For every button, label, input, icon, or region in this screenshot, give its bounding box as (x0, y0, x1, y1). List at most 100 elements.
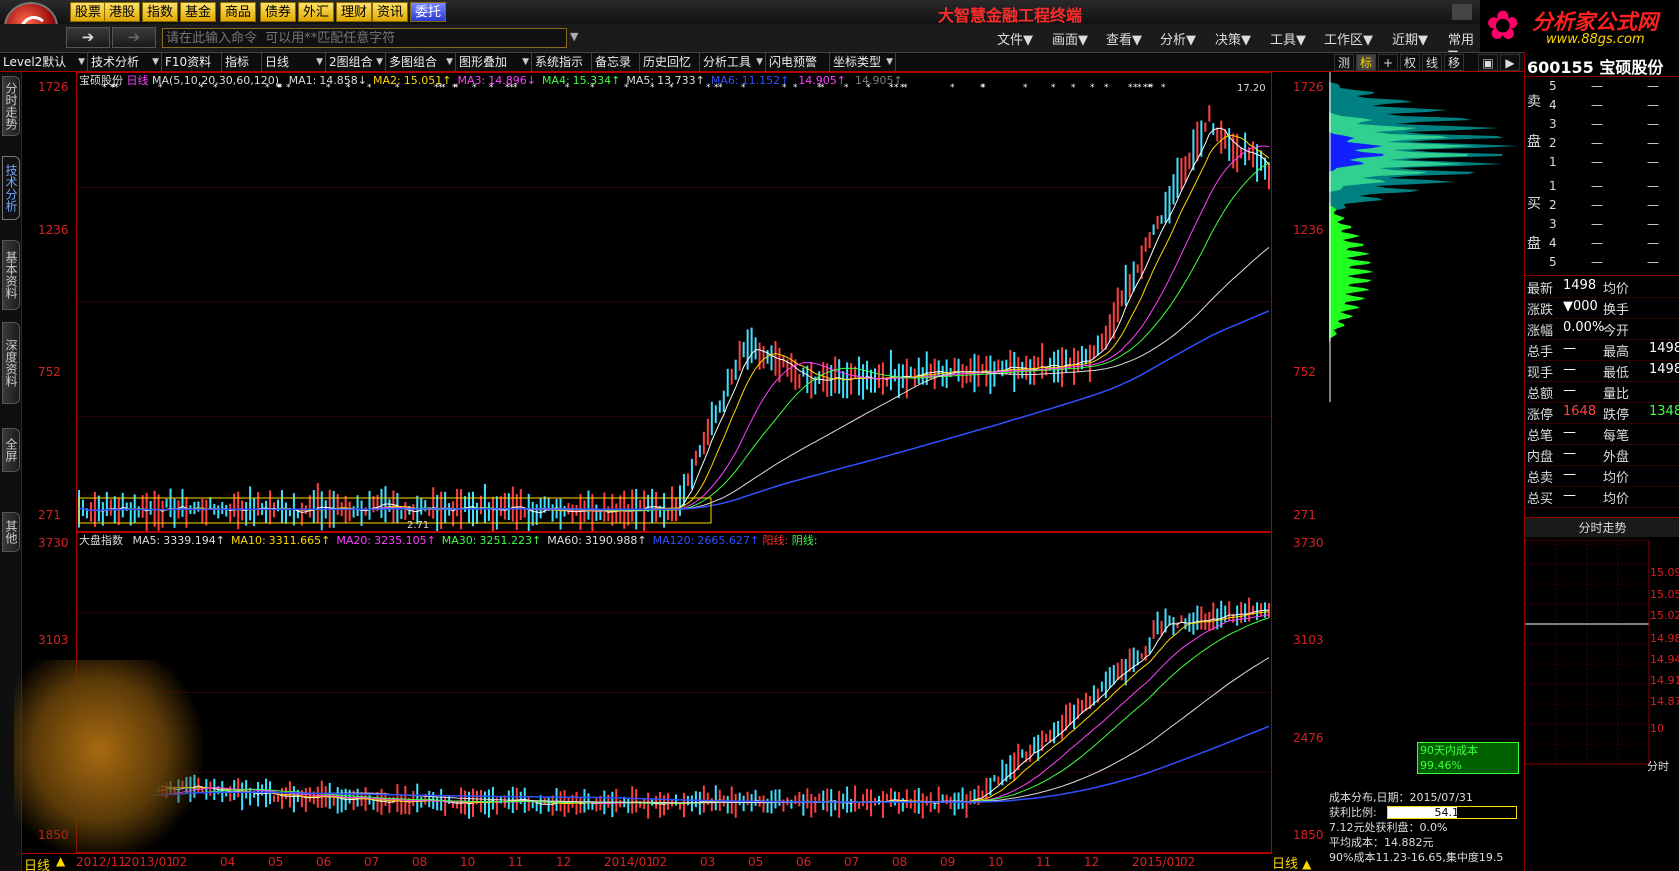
info-mine-marker[interactable]: * (434, 83, 439, 93)
info-mine-marker[interactable]: * (590, 83, 595, 93)
sell-price[interactable]: — (1591, 136, 1603, 150)
side-tab-2[interactable]: 基本资料 (2, 240, 20, 310)
info-mine-marker[interactable]: * (950, 83, 955, 93)
sell-price[interactable]: — (1591, 98, 1603, 112)
sell-price[interactable]: — (1591, 117, 1603, 131)
panel-toggle-icon[interactable]: ▣ (1478, 54, 1498, 71)
menu-item-2[interactable]: 查看▼ (1106, 29, 1142, 48)
info-mine-marker[interactable]: * (489, 83, 494, 93)
window-controls[interactable] (1452, 4, 1472, 20)
toolbar-item-10[interactable]: 历史回忆 (640, 53, 700, 72)
buy-price[interactable]: — (1591, 198, 1603, 212)
side-tab-5[interactable]: 其他 (2, 512, 20, 552)
info-mine-marker[interactable]: * (900, 83, 905, 93)
info-mine-marker[interactable]: * (981, 83, 986, 93)
toolbar-item-13[interactable]: 坐标类型 ▼ (830, 53, 896, 72)
market-tab-7[interactable]: 理财 (336, 2, 373, 22)
info-mine-marker[interactable]: * (326, 83, 331, 93)
toolbar-item-2[interactable]: F10资料 (162, 53, 222, 72)
menu-item-5[interactable]: 工具▼ (1270, 29, 1306, 48)
info-mine-marker[interactable]: * (277, 83, 282, 93)
menu-item-6[interactable]: 工作区▼ (1324, 29, 1373, 48)
market-tab-3[interactable]: 基金 (180, 2, 217, 22)
sell-price[interactable]: — (1591, 79, 1603, 93)
side-tab-3[interactable]: 深度资料 (2, 322, 20, 404)
market-tab-9[interactable]: 委托 (410, 2, 447, 22)
info-mine-marker[interactable]: * (793, 83, 798, 93)
info-mine-marker[interactable]: * (509, 83, 514, 93)
market-tab-5[interactable]: 债券 (260, 2, 297, 22)
menu-item-3[interactable]: 分析▼ (1160, 29, 1196, 48)
info-mine-marker[interactable]: * (346, 83, 351, 93)
buy-price[interactable]: — (1591, 217, 1603, 231)
toolbar-item-8[interactable]: 系统指示 (532, 53, 592, 72)
side-tab-4[interactable]: 全屏 (2, 428, 20, 472)
toolbar-item-11[interactable]: 分析工具 ▼ (700, 53, 766, 72)
intraday-title[interactable]: 分时走势 (1525, 517, 1679, 537)
x-axis-period[interactable]: 日线 (24, 855, 50, 871)
index-kline-panel[interactable]: 大盘指数 MA5: 3339.194↑ MA10: 3311.665↑ MA20: 323… (76, 532, 1272, 853)
market-tab-6[interactable]: 外汇 (298, 2, 335, 22)
info-mine-marker[interactable]: * (1071, 83, 1076, 93)
info-mine-marker[interactable]: * (513, 83, 518, 93)
x-axis-right-period[interactable]: 日线 ▲ (1272, 853, 1328, 871)
info-mine-marker[interactable]: * (741, 83, 746, 93)
info-mine-marker[interactable]: * (1161, 83, 1166, 93)
info-mine-marker[interactable]: * (1023, 83, 1028, 93)
info-mine-marker[interactable]: * (669, 83, 674, 93)
toolbar-item-6[interactable]: 多图组合 ▼ (386, 53, 456, 72)
info-mine-marker[interactable]: * (718, 83, 723, 93)
info-mine-marker[interactable]: * (114, 83, 119, 93)
market-tab-0[interactable]: 股票 (70, 2, 107, 22)
forward-button[interactable]: ➔ (112, 27, 156, 48)
info-mine-marker[interactable]: * (866, 83, 871, 93)
market-tab-8[interactable]: 资讯 (372, 2, 409, 22)
info-mine-marker[interactable]: * (367, 83, 372, 93)
info-mine-marker[interactable]: * (286, 83, 291, 93)
info-mine-marker[interactable]: * (199, 83, 204, 93)
command-input[interactable] (162, 28, 567, 48)
info-mine-marker[interactable]: * (395, 83, 400, 93)
buy-price[interactable]: — (1591, 236, 1603, 250)
market-tab-4[interactable]: 商品 (220, 2, 257, 22)
info-mine-marker[interactable]: * (894, 83, 899, 93)
toolbar-icon-3[interactable]: 权 (1400, 54, 1420, 71)
main-kline-canvas[interactable]: 17.20 2.71 * * * * * * * * * * * * * * * * * * * * * * * * * * * * * * *… (77, 73, 1271, 531)
toolbar-icon-1[interactable]: 标 (1356, 54, 1376, 71)
market-tab-2[interactable]: 指数 (142, 2, 179, 22)
info-mine-marker[interactable]: * (1051, 83, 1056, 93)
info-mine-marker[interactable]: * (706, 83, 711, 93)
menu-item-7[interactable]: 近期▼ (1392, 29, 1428, 48)
info-mine-marker[interactable]: * (782, 83, 787, 93)
info-mine-marker[interactable]: * (102, 83, 107, 93)
market-tab-1[interactable]: 港股 (104, 2, 141, 22)
info-mine-marker[interactable]: * (624, 83, 629, 93)
info-mine-marker[interactable]: * (817, 83, 822, 93)
toolbar-icon-0[interactable]: 测 (1334, 54, 1354, 71)
toolbar-icon-5[interactable]: 移 (1444, 54, 1464, 71)
menu-item-4[interactable]: 决策▼ (1215, 29, 1251, 48)
toolbar-item-7[interactable]: 图形叠加 ▼ (456, 53, 532, 72)
toolbar-icon-4[interactable]: 线 (1422, 54, 1442, 71)
toolbar-item-5[interactable]: 2图组合 ▼ (326, 53, 386, 72)
info-mine-marker[interactable]: * (213, 83, 218, 93)
info-mine-marker[interactable]: * (472, 83, 477, 93)
info-mine-marker[interactable]: * (1137, 83, 1142, 93)
side-tab-1[interactable]: 技术分析 (2, 156, 20, 220)
toolbar-item-12[interactable]: 闪电预警 (766, 53, 830, 72)
toolbar-item-0[interactable]: Level2默认 ▼ (0, 53, 88, 72)
menu-item-1[interactable]: 画面▼ (1052, 29, 1088, 48)
info-mine-marker[interactable]: * (650, 83, 655, 93)
info-mine-marker[interactable]: * (265, 83, 270, 93)
cost-distribution-panel[interactable]: 60天内成本58.34%90天内成本67.84%90天内成本99.46% 成本分… (1329, 72, 1523, 871)
info-mine-marker[interactable]: * (1143, 83, 1148, 93)
side-tab-0[interactable]: 分时走势 (2, 76, 20, 136)
info-mine-marker[interactable]: * (1090, 83, 1095, 93)
index-kline-canvas[interactable] (77, 533, 1271, 852)
info-mine-marker[interactable]: * (452, 83, 457, 93)
back-button[interactable]: ➔ (66, 27, 110, 48)
menu-item-0[interactable]: 文件▼ (997, 29, 1033, 48)
info-mine-marker[interactable]: * (844, 83, 849, 93)
info-mine-marker[interactable]: * (438, 83, 443, 93)
toolbar-item-9[interactable]: 备忘录 (592, 53, 640, 72)
